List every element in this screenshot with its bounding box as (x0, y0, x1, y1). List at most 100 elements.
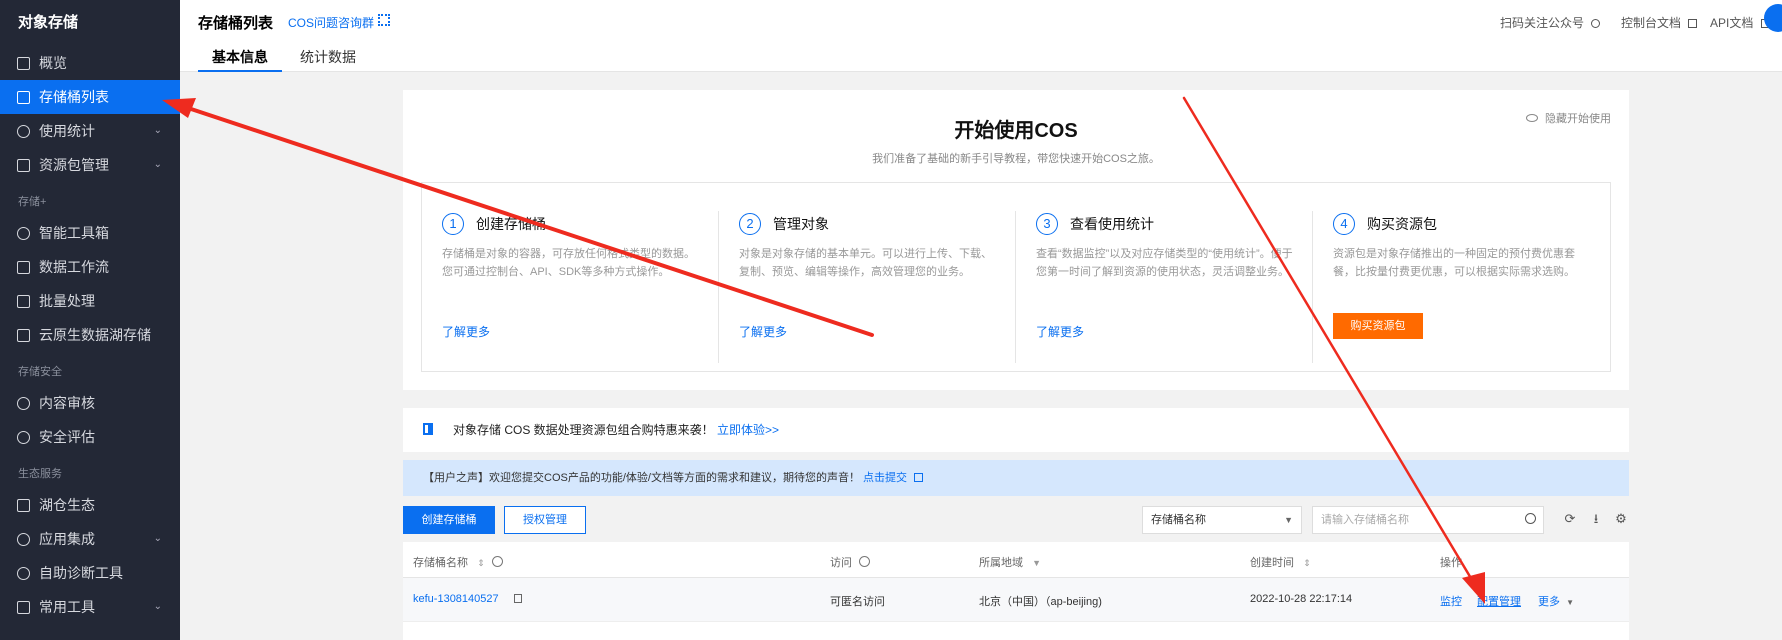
grid-icon (17, 57, 30, 70)
sidebar-item-datalake[interactable]: 云原生数据湖存储 (0, 318, 180, 352)
getting-started-card: 开始使用COS 我们准备了基础的新手引导教程，带您快速开始COS之旅。 隐藏开始… (403, 90, 1629, 390)
tab-statistics[interactable]: 统计数据 (286, 42, 370, 72)
sidebar-item-package-mgmt[interactable]: 资源包管理 ⌄ (0, 148, 180, 182)
copy-icon[interactable] (513, 594, 522, 603)
th-label: 存储桶名称 (413, 557, 468, 569)
api-docs-label: API文档 (1710, 16, 1754, 30)
sidebar-item-usage-stats[interactable]: 使用统计 ⌄ (0, 114, 180, 148)
start-title: 开始使用COS (954, 120, 1078, 142)
filter-select[interactable]: 存储桶名称 ▼ (1142, 506, 1302, 534)
auth-manage-button[interactable]: 授权管理 (504, 506, 586, 534)
step-title: 购买资源包 (1367, 216, 1437, 232)
step-title: 查看使用统计 (1070, 216, 1154, 232)
buy-package-button[interactable]: 购买资源包 (1333, 313, 1423, 339)
lakehouse-icon (17, 499, 30, 512)
promo-text: 对象存储 COS 数据处理资源包组合购特惠来袭！ (453, 423, 714, 437)
more-dropdown[interactable]: 更多 ▼ (1538, 593, 1574, 609)
promo-link[interactable]: 立即体验>> (717, 423, 779, 437)
caret-down-icon: ▼ (1284, 515, 1293, 525)
refresh-icon[interactable]: ⟳ (1563, 512, 1577, 526)
step-create-bucket: 1 创建存储桶 存储桶是对象的容器，可存放任何格式类型的数据。您可通过控制台、A… (422, 183, 719, 373)
step-number: 4 (1333, 213, 1355, 235)
sidebar-section-eco: 生态服务 (18, 468, 62, 480)
step-number: 1 (442, 213, 464, 235)
cos-group-link[interactable]: COS问题咨询群 (288, 14, 374, 31)
sidebar-item-overview[interactable]: 概览 (0, 46, 180, 80)
package-icon (17, 159, 30, 172)
download-icon[interactable]: ⭳ (1589, 512, 1603, 526)
step-usage-stats: 3 查看使用统计 查看“数据监控”以及对应存储类型的“使用统计”。便于您第一时间… (1016, 183, 1313, 373)
th-created[interactable]: 创建时间 ⇕ (1250, 554, 1311, 570)
th-bucket-name[interactable]: 存储桶名称 ⇕ (413, 554, 503, 570)
sort-icon[interactable]: ⇕ (1303, 558, 1311, 568)
tools-icon (17, 601, 30, 614)
caret-down-icon: ▼ (1566, 598, 1574, 607)
sidebar-item-label: 使用统计 (39, 123, 95, 139)
th-region[interactable]: 所属地域 ▼ (979, 554, 1041, 570)
sort-icon[interactable]: ⇕ (477, 558, 485, 568)
step-header: 1 创建存储桶 (442, 213, 699, 237)
sidebar-item-label: 应用集成 (39, 531, 95, 547)
page-header: 存储桶列表 COS问题咨询群 扫码关注公众号 控制台文档 API文档 基本信息 … (180, 0, 1782, 72)
hide-start-button[interactable]: 隐藏开始使用 (1525, 110, 1611, 126)
hide-start-label: 隐藏开始使用 (1545, 113, 1611, 125)
app-title: 对象存储 (18, 14, 79, 31)
th-access: 访问 (830, 554, 871, 570)
pie-chart-icon (17, 125, 30, 138)
search-input[interactable] (1313, 507, 1513, 533)
config-manage-link[interactable]: 配置管理 (1477, 593, 1521, 609)
api-docs-link[interactable]: API文档 (1710, 14, 1770, 31)
sidebar-item-label: 自助诊断工具 (39, 565, 123, 581)
external-link-icon[interactable] (914, 473, 924, 482)
settings-icon[interactable]: ⚙ (1614, 512, 1628, 526)
create-bucket-button[interactable]: 创建存储桶 (403, 506, 495, 534)
step-description: 对象是对象存储的基本单元。可以进行上传、下载、复制、预览、编辑等操作，高效管理您… (739, 248, 992, 278)
sidebar-item-batch[interactable]: 批量处理 (0, 284, 180, 318)
scan-follow-label: 扫码关注公众号 (1500, 16, 1585, 30)
sidebar-item-audit[interactable]: 内容审核 (0, 386, 180, 420)
created-value: 2022-10-28 22:17:14 (1250, 593, 1353, 605)
step-number: 3 (1036, 213, 1058, 235)
sidebar-item-diagnose[interactable]: 自助诊断工具 (0, 556, 180, 590)
sidebar-item-bucket-list[interactable]: 存储桶列表 (0, 80, 180, 114)
sidebar-section-storage: 存储+ (18, 196, 47, 208)
bucket-name: kefu-1308140527 (413, 593, 499, 605)
search-box (1312, 506, 1544, 534)
console-docs-link[interactable]: 控制台文档 (1621, 14, 1698, 31)
sidebar-item-lakehouse[interactable]: 湖仓生态 (0, 488, 180, 522)
sidebar-item-label: 存储桶列表 (39, 89, 109, 105)
sidebar-item-integration[interactable]: 应用集成 ⌄ (0, 522, 180, 556)
more-label: 更多 (1538, 596, 1560, 608)
step-header: 2 管理对象 (739, 213, 996, 237)
region-value: 北京（中国）（ap-beijing) (979, 596, 1102, 608)
monitor-link[interactable]: 监控 (1440, 593, 1462, 609)
sidebar-item-workflow[interactable]: 数据工作流 (0, 250, 180, 284)
search-icon[interactable] (1525, 513, 1536, 524)
sidebar-item-common-tools[interactable]: 常用工具 ⌄ (0, 590, 180, 624)
sidebar-item-label: 数据工作流 (39, 259, 109, 275)
audit-icon (17, 397, 30, 410)
sidebar-section-security: 存储安全 (18, 366, 62, 378)
bucket-name-link[interactable]: kefu-1308140527 (413, 593, 522, 605)
checkbox-icon (17, 295, 30, 308)
learn-more-link[interactable]: 了解更多 (739, 323, 787, 340)
info-icon[interactable] (859, 556, 871, 567)
learn-more-link[interactable]: 了解更多 (442, 323, 490, 340)
th-label: 访问 (830, 557, 852, 569)
sidebar-item-label: 资源包管理 (39, 157, 109, 173)
info-icon[interactable] (491, 556, 503, 567)
sidebar-item-label: 湖仓生态 (39, 497, 95, 513)
sidebar-item-label: 云原生数据湖存储 (39, 327, 151, 343)
qrcode-icon[interactable] (378, 14, 390, 26)
step-number: 2 (739, 213, 761, 235)
scan-follow-link[interactable]: 扫码关注公众号 (1500, 14, 1601, 31)
step-header: 4 购买资源包 (1333, 213, 1590, 237)
sidebar-item-label: 批量处理 (39, 293, 95, 309)
learn-more-link[interactable]: 了解更多 (1036, 323, 1084, 340)
eye-off-icon (1525, 114, 1538, 122)
notice-submit-link[interactable]: 点击提交 (863, 472, 907, 484)
tab-basic-info[interactable]: 基本信息 (198, 42, 282, 72)
filter-icon[interactable]: ▼ (1032, 558, 1041, 568)
sidebar-item-toolbox[interactable]: 智能工具箱 (0, 216, 180, 250)
sidebar-item-security-eval[interactable]: 安全评估 (0, 420, 180, 454)
